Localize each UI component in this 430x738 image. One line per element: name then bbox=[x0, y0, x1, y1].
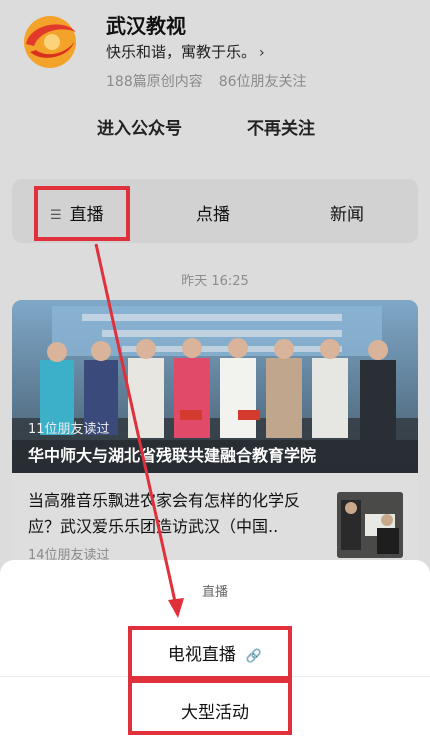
featured-article[interactable]: 11位朋友读过 华中师大与湖北省残联共建融合教育学院 bbox=[12, 300, 418, 473]
featured-title: 华中师大与湖北省残联共建融合教育学院 bbox=[28, 446, 317, 465]
sheet-title: 直播 bbox=[201, 585, 228, 600]
featured-readers: 11位朋友读过 bbox=[28, 422, 110, 437]
highlight-box-tab bbox=[34, 186, 130, 241]
article-thumbnail bbox=[337, 492, 403, 558]
highlight-box-major-events bbox=[128, 679, 292, 735]
account-description[interactable]: 快乐和谐，寓教于乐。 › bbox=[106, 41, 265, 62]
unfollow-button[interactable]: 不再关注 bbox=[247, 114, 315, 139]
enter-account-button[interactable]: 进入公众号 bbox=[97, 114, 182, 139]
tab-news[interactable]: 新闻 bbox=[330, 200, 364, 225]
chevron-right-icon: › bbox=[259, 45, 265, 61]
account-stats: 188篇原创内容 86位朋友关注 bbox=[106, 71, 307, 91]
account-description-text: 快乐和谐，寓教于乐。 bbox=[106, 43, 257, 61]
wechat-account-page: 武汉教视 快乐和谐，寓教于乐。 › 188篇原创内容 86位朋友关注 进入公众号 不… bbox=[0, 0, 430, 738]
message-timestamp: 昨天 16:25 bbox=[181, 274, 249, 289]
account-name: 武汉教视 bbox=[106, 14, 186, 38]
tab-vod[interactable]: 点播 bbox=[196, 200, 230, 225]
article-title[interactable]: 当高雅音乐飘进农家会有怎样的化学反应？武汉爱乐乐团造访武汉（中国.. bbox=[28, 488, 328, 540]
highlight-box-tv-live bbox=[128, 626, 292, 680]
friends-following-count: 86位朋友关注 bbox=[218, 74, 307, 90]
original-content-count: 188篇原创内容 bbox=[106, 74, 203, 90]
account-logo bbox=[24, 16, 76, 68]
article-card[interactable]: 11位朋友读过 华中师大与湖北省残联共建融合教育学院 当高雅音乐飘进农家会有怎样… bbox=[12, 300, 418, 570]
